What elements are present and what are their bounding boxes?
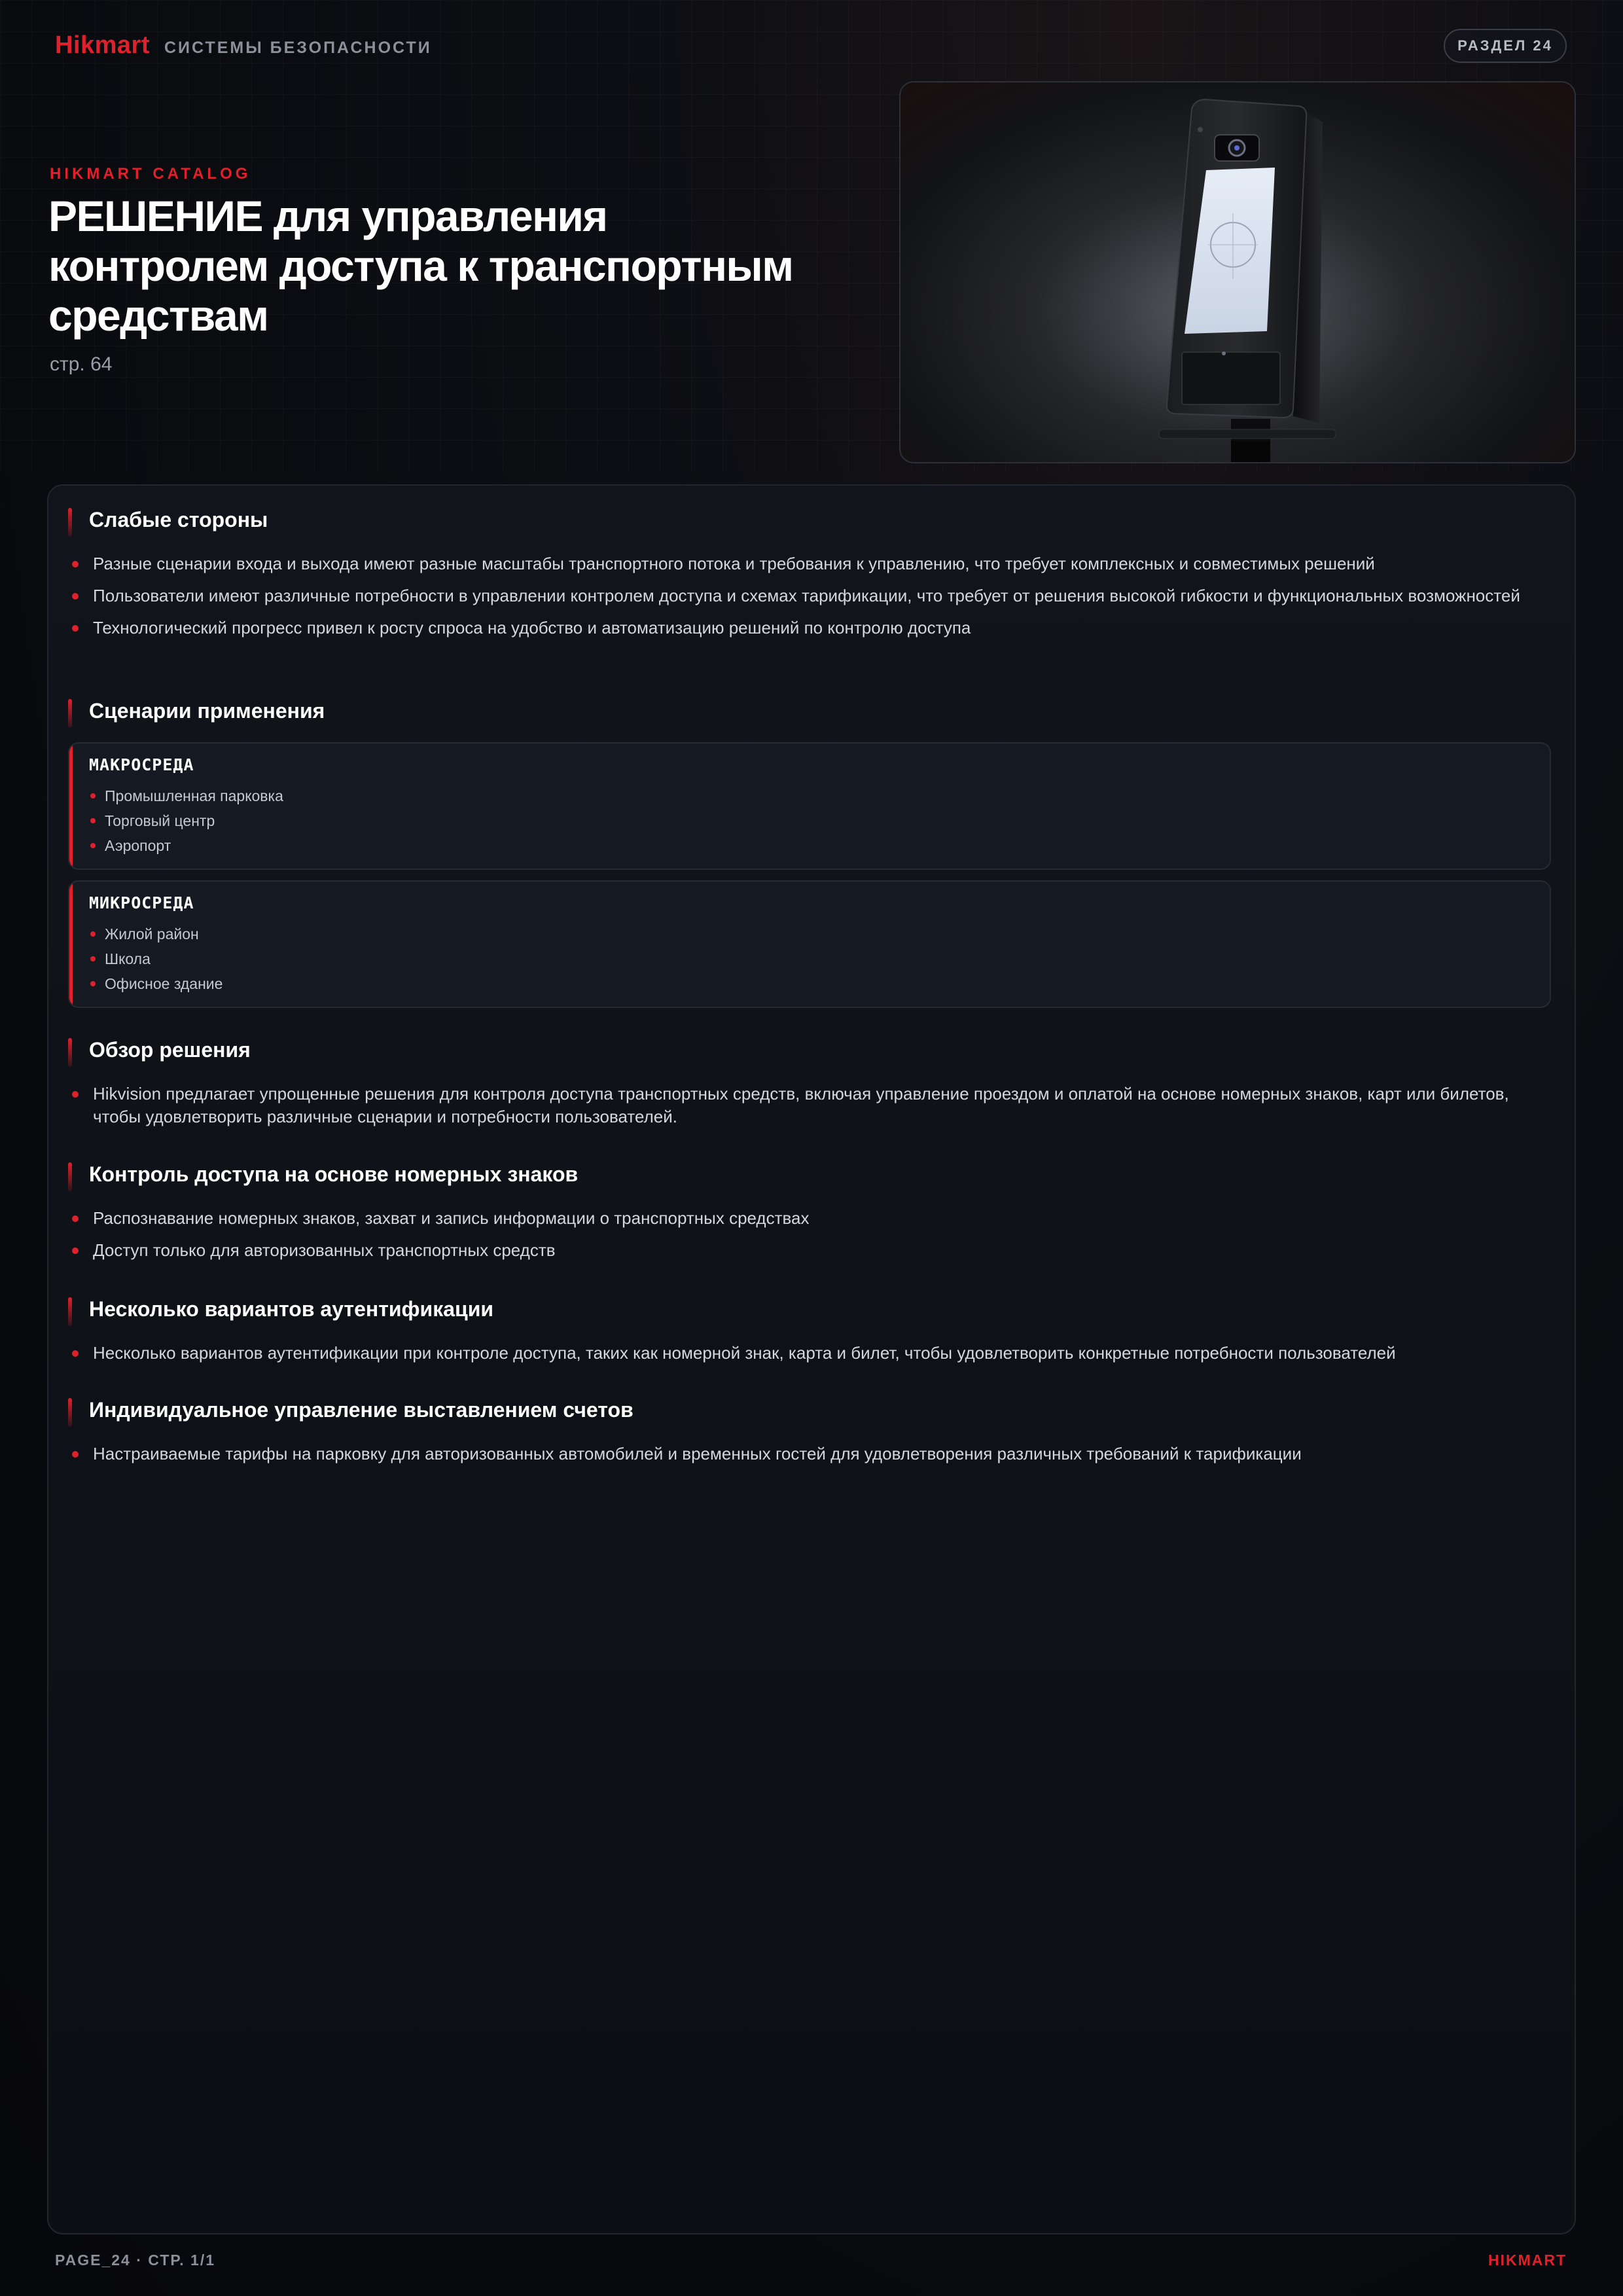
catalog-kicker: HIKMART CATALOG xyxy=(50,165,251,183)
list-item-text: Пользователи имеют различные потребности… xyxy=(93,586,1520,605)
list-item-text: Жилой район xyxy=(105,925,199,942)
list-item: Технологический прогресс привел к росту … xyxy=(68,617,1555,639)
list-item-text: Несколько вариантов аутентификации при к… xyxy=(93,1343,1396,1363)
page-title: РЕШЕНИЕ для управления контролем доступа… xyxy=(48,192,794,340)
section-badge: РАЗДЕЛ 24 xyxy=(1444,29,1567,63)
bullet-dot-icon xyxy=(90,956,96,961)
section-weaknesses: Слабые стороны Разные сценарии входа и в… xyxy=(68,505,1555,649)
list-item: Школа xyxy=(89,946,1533,971)
scenario-card-title: МИКРОСРЕДА xyxy=(89,893,194,912)
content-card: Слабые стороны Разные сценарии входа и в… xyxy=(47,484,1576,2234)
list-item: Пользователи имеют различные потребности… xyxy=(68,584,1555,607)
list-item-text: Аэропорт xyxy=(105,837,171,854)
list-item: Офисное здание xyxy=(89,971,1533,996)
bullet-dot-icon xyxy=(90,793,96,798)
section-header: Слабые стороны xyxy=(68,505,1555,539)
section-overview: Обзор решения Hikvision предлагает упрощ… xyxy=(68,1035,1555,1138)
brand-tagline: СИСТЕМЫ БЕЗОПАСНОСТИ xyxy=(164,39,432,57)
bullet-list: Настраиваемые тарифы на парковку для авт… xyxy=(68,1443,1555,1465)
bullet-dot-icon xyxy=(72,1350,79,1357)
list-item-text: Доступ только для авторизованных транспо… xyxy=(93,1240,556,1260)
brand: Hikmart СИСТЕМЫ БЕЗОПАСНОСТИ xyxy=(55,31,432,60)
scenario-list: Промышленная парковка Торговый центр Аэр… xyxy=(89,783,1533,858)
bullet-list: Hikvision предлагает упрощенные решения … xyxy=(68,1083,1555,1128)
section-header: Несколько вариантов аутентификации xyxy=(68,1295,1555,1329)
section-accent-bar xyxy=(68,1398,72,1427)
bullet-dot-icon xyxy=(72,1247,79,1254)
list-item-text: Hikvision предлагает упрощенные решения … xyxy=(93,1084,1509,1126)
list-item-text: Распознавание номерных знаков, захват и … xyxy=(93,1208,810,1228)
list-item-text: Разные сценарии входа и выхода имеют раз… xyxy=(93,554,1375,573)
bullet-list: Несколько вариантов аутентификации при к… xyxy=(68,1342,1555,1365)
section-title: Несколько вариантов аутентификации xyxy=(89,1297,494,1321)
list-item: Промышленная парковка xyxy=(89,783,1533,808)
bullet-dot-icon xyxy=(90,981,96,986)
list-item-text: Технологический прогресс привел к росту … xyxy=(93,618,971,637)
list-item-text: Настраиваемые тарифы на парковку для авт… xyxy=(93,1444,1302,1463)
section-accent-bar xyxy=(68,1162,72,1191)
section-title: Сценарии применения xyxy=(89,699,325,723)
bullet-list: Разные сценарии входа и выхода имеют раз… xyxy=(68,552,1555,639)
bullet-dot-icon xyxy=(72,561,79,567)
section-accent-bar xyxy=(68,1038,72,1067)
page-reference: стр. 64 xyxy=(50,353,113,375)
section-scenarios: Сценарии применения МАКРОСРЕДА Промышлен… xyxy=(68,696,1555,1018)
section-accent-bar xyxy=(68,1297,72,1326)
list-item: Разные сценарии входа и выхода имеют раз… xyxy=(68,552,1555,575)
scenario-card-micro: МИКРОСРЕДА Жилой район Школа Офисное зда… xyxy=(68,880,1551,1008)
section-plate-access: Контроль доступа на основе номерных знак… xyxy=(68,1160,1555,1271)
bullet-dot-icon xyxy=(90,818,96,823)
list-item-text: Офисное здание xyxy=(105,975,223,992)
section-accent-bar xyxy=(68,508,72,537)
section-title: Контроль доступа на основе номерных знак… xyxy=(89,1162,579,1186)
footer-page-label: PAGE_24 · СТР. 1/1 xyxy=(55,2251,216,2269)
section-authentication: Несколько вариантов аутентификации Неско… xyxy=(68,1295,1555,1374)
list-item: Доступ только для авторизованных транспо… xyxy=(68,1239,1555,1262)
section-billing: Индивидуальное управление выставлением с… xyxy=(68,1395,1555,1475)
section-header: Контроль доступа на основе номерных знак… xyxy=(68,1160,1555,1194)
bullet-dot-icon xyxy=(90,843,96,848)
bullet-dot-icon xyxy=(72,593,79,600)
card-accent-bar xyxy=(69,744,73,869)
section-header: Сценарии применения xyxy=(68,696,1555,730)
section-header: Индивидуальное управление выставлением с… xyxy=(68,1395,1555,1429)
list-item-text: Промышленная парковка xyxy=(105,787,283,804)
brand-logo[interactable]: Hikmart xyxy=(55,31,150,60)
section-header: Обзор решения xyxy=(68,1035,1555,1069)
card-accent-bar xyxy=(69,882,73,1007)
bullet-dot-icon xyxy=(72,625,79,632)
section-title: Слабые стороны xyxy=(89,508,268,531)
hero-product-image xyxy=(899,81,1576,463)
bullet-dot-icon xyxy=(72,1215,79,1222)
list-item: Распознавание номерных знаков, захват и … xyxy=(68,1207,1555,1230)
access-terminal-icon xyxy=(1158,98,1336,462)
list-item: Жилой район xyxy=(89,922,1533,946)
bullet-dot-icon xyxy=(72,1451,79,1458)
list-item-text: Торговый центр xyxy=(105,812,215,829)
scenario-card-title: МАКРОСРЕДА xyxy=(89,755,194,774)
scenario-list: Жилой район Школа Офисное здание xyxy=(89,922,1533,996)
list-item: Несколько вариантов аутентификации при к… xyxy=(68,1342,1555,1365)
bullet-dot-icon xyxy=(72,1091,79,1098)
list-item-text: Школа xyxy=(105,950,151,967)
footer-brand: HIKMART xyxy=(1488,2251,1567,2269)
list-item: Аэропорт xyxy=(89,833,1533,858)
section-title: Индивидуальное управление выставлением с… xyxy=(89,1398,633,1422)
list-item: Hikvision предлагает упрощенные решения … xyxy=(68,1083,1555,1128)
scenario-card-macro: МАКРОСРЕДА Промышленная парковка Торговы… xyxy=(68,742,1551,870)
list-item: Торговый центр xyxy=(89,808,1533,833)
section-accent-bar xyxy=(68,699,72,728)
bullet-dot-icon xyxy=(90,931,96,937)
list-item: Настраиваемые тарифы на парковку для авт… xyxy=(68,1443,1555,1465)
section-title: Обзор решения xyxy=(89,1038,251,1062)
bullet-list: Распознавание номерных знаков, захват и … xyxy=(68,1207,1555,1262)
